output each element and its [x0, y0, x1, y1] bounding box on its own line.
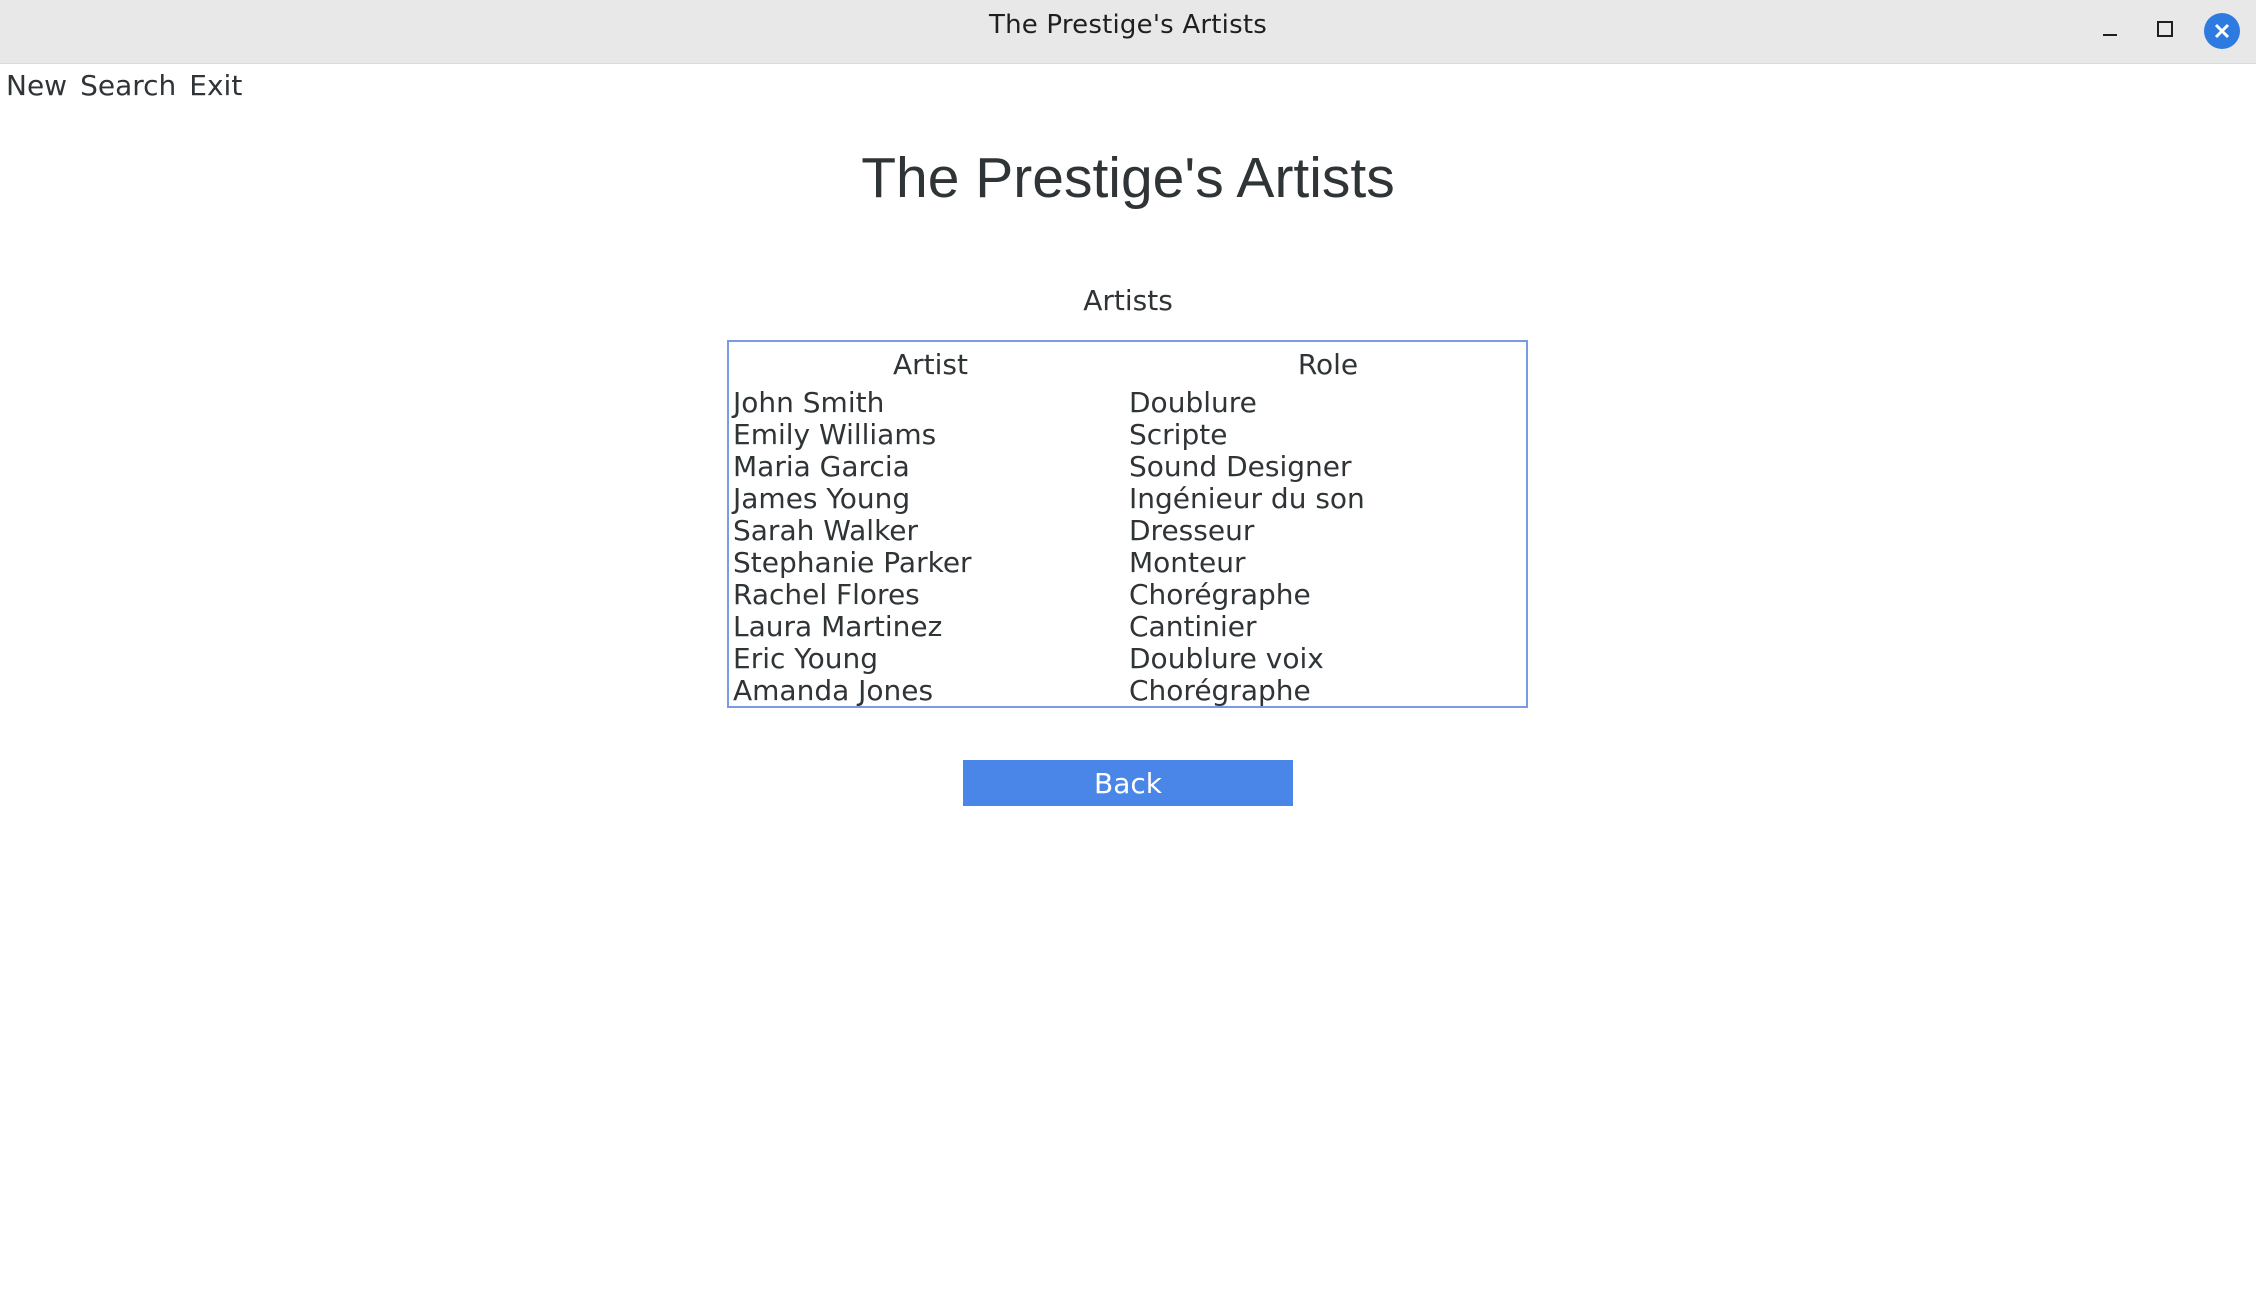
maximize-button[interactable] — [2147, 13, 2183, 49]
column-header-role[interactable]: Role — [1130, 348, 1526, 381]
minimize-icon — [2100, 19, 2120, 43]
cell-artist: James Young — [733, 481, 911, 515]
cell-role: Sound Designer — [1129, 449, 1352, 483]
table-row[interactable]: Emily Williams Scripte — [729, 417, 1526, 451]
back-button[interactable]: Back — [963, 760, 1293, 806]
cell-role: Monteur — [1129, 545, 1246, 579]
close-icon — [2204, 13, 2240, 49]
table-row[interactable]: Maria Garcia Sound Designer — [729, 449, 1526, 483]
table-row[interactable]: John Smith Doublure — [729, 385, 1526, 419]
menu-new[interactable]: New — [6, 64, 67, 108]
table-row[interactable]: Stephanie Parker Monteur — [729, 545, 1526, 579]
column-header-artist[interactable]: Artist — [729, 348, 1130, 381]
table-row[interactable]: Sarah Walker Dresseur — [729, 513, 1526, 547]
table-header: Artist Role — [729, 342, 1526, 386]
menu-bar: New Search Exit — [0, 64, 255, 108]
table-body: John Smith Doublure Emily Williams Scripte M… — [729, 385, 1526, 707]
table-row[interactable]: Rachel Flores Chorégraphe — [729, 577, 1526, 611]
cell-artist: Emily Williams — [733, 417, 937, 451]
page-title: The Prestige's Artists — [861, 146, 1395, 210]
app-window: The Prestige's Artists New Search Exit T… — [0, 0, 2256, 1309]
table-row[interactable]: Laura Martinez Cantinier — [729, 609, 1526, 643]
cell-artist: Maria Garcia — [733, 449, 910, 483]
table-row[interactable]: James Young Ingénieur du son — [729, 481, 1526, 515]
cell-artist: Rachel Flores — [733, 577, 920, 611]
table-row[interactable]: Amanda Jones Chorégraphe — [729, 673, 1526, 707]
table-row[interactable]: Eric Young Doublure voix — [729, 641, 1526, 675]
cell-artist: Sarah Walker — [733, 513, 919, 547]
title-bar[interactable]: The Prestige's Artists — [0, 0, 2256, 64]
cell-role: Doublure voix — [1129, 641, 1324, 675]
cell-role: Scripte — [1129, 417, 1228, 451]
cell-artist: Laura Martinez — [733, 609, 943, 643]
section-label: Artists — [1083, 284, 1173, 317]
menu-search[interactable]: Search — [80, 64, 176, 108]
cell-role: Doublure — [1129, 385, 1257, 419]
close-button[interactable] — [2204, 13, 2240, 49]
cell-artist: Eric Young — [733, 641, 879, 675]
cell-role: Cantinier — [1129, 609, 1257, 643]
cell-artist: Stephanie Parker — [733, 545, 972, 579]
window-title: The Prestige's Artists — [989, 10, 1267, 40]
cell-artist: Amanda Jones — [733, 673, 934, 707]
cell-role: Dresseur — [1129, 513, 1255, 547]
artists-table[interactable]: Artist Role John Smith Doublure Emily Will… — [727, 340, 1528, 708]
cell-role: Chorégraphe — [1129, 577, 1311, 611]
maximize-icon — [2155, 19, 2175, 43]
minimize-button[interactable] — [2092, 13, 2128, 49]
cell-role: Chorégraphe — [1129, 673, 1311, 707]
cell-role: Ingénieur du son — [1129, 481, 1365, 515]
cell-artist: John Smith — [733, 385, 885, 419]
menu-exit[interactable]: Exit — [189, 64, 242, 108]
